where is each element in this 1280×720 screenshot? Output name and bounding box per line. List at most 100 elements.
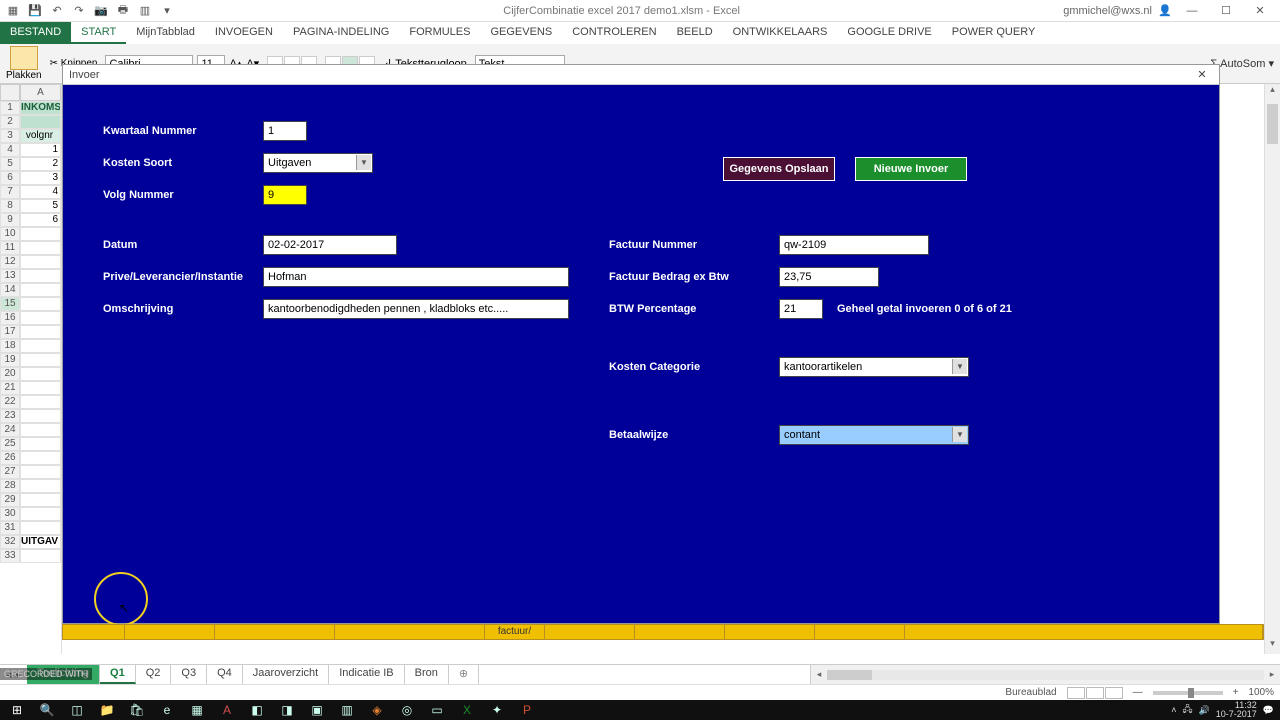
new-icon[interactable]: ▥ — [138, 4, 152, 18]
zoom-in-icon[interactable]: + — [1233, 687, 1239, 698]
scroll-thumb[interactable] — [1267, 104, 1278, 144]
save-button[interactable]: Gegevens Opslaan — [723, 157, 835, 181]
paste-icon[interactable] — [10, 46, 38, 70]
scroll-down-icon[interactable]: ▾ — [1265, 638, 1280, 654]
quickprint-icon[interactable]: 🖶 — [116, 4, 130, 18]
hscroll-thumb[interactable] — [827, 670, 872, 680]
hscroll-left-icon[interactable]: ◂ — [811, 669, 827, 680]
row-header[interactable]: 27 — [0, 465, 20, 479]
close-button[interactable]: ✕ — [1246, 2, 1274, 20]
row-header[interactable]: 14 — [0, 283, 20, 297]
row-header[interactable]: 15 — [0, 297, 20, 311]
cell[interactable] — [20, 479, 61, 493]
sheet-tab-bron[interactable]: Bron — [405, 665, 449, 684]
cell[interactable] — [20, 241, 61, 255]
ribbon-tab-power query[interactable]: POWER QUERY — [942, 22, 1046, 44]
app8-icon[interactable]: ▭ — [422, 700, 452, 720]
input-kwartaal[interactable] — [263, 121, 307, 141]
ribbon-tab-pagina-indeling[interactable]: PAGINA-INDELING — [283, 22, 399, 44]
ribbon-tab-formules[interactable]: FORMULES — [399, 22, 480, 44]
row-header[interactable]: 21 — [0, 381, 20, 395]
cell[interactable] — [20, 227, 61, 241]
row-header[interactable]: 20 — [0, 367, 20, 381]
input-datum[interactable] — [263, 235, 397, 255]
store-icon[interactable]: 🛍 — [122, 700, 152, 720]
app7-icon[interactable]: ◎ — [392, 700, 422, 720]
new-button[interactable]: Nieuwe Invoer — [855, 157, 967, 181]
tray-clock[interactable]: 11:32 10-7-2017 — [1216, 701, 1257, 719]
view-pagebreak-icon[interactable] — [1105, 687, 1123, 699]
row-header[interactable]: 30 — [0, 507, 20, 521]
cell[interactable] — [20, 493, 61, 507]
hscroll-right-icon[interactable]: ▸ — [1264, 669, 1280, 680]
explorer-icon[interactable]: 📁 — [92, 700, 122, 720]
tray-volume-icon[interactable]: 🔊 — [1199, 705, 1210, 716]
cell[interactable]: 5 — [20, 199, 61, 213]
ribbon-tab-mijntabblad[interactable]: MijnTabblad — [126, 22, 205, 44]
row-header[interactable]: 18 — [0, 339, 20, 353]
tray-network-icon[interactable]: 🖧 — [1182, 702, 1192, 718]
camera-icon[interactable]: 📷 — [94, 4, 108, 18]
cell[interactable] — [20, 465, 61, 479]
row-header[interactable]: 29 — [0, 493, 20, 507]
cell[interactable]: 2 — [20, 157, 61, 171]
cell[interactable] — [20, 549, 61, 563]
cell[interactable] — [20, 311, 61, 325]
row-header[interactable]: 3 — [0, 129, 20, 143]
sheet-tab-q3[interactable]: Q3 — [171, 665, 207, 684]
row-header[interactable]: 11 — [0, 241, 20, 255]
row-header[interactable]: 13 — [0, 269, 20, 283]
scroll-up-icon[interactable]: ▴ — [1265, 84, 1280, 100]
cell[interactable] — [20, 381, 61, 395]
ribbon-tab-ontwikkelaars[interactable]: ONTWIKKELAARS — [723, 22, 838, 44]
cell[interactable] — [20, 115, 61, 129]
cell[interactable] — [20, 339, 61, 353]
cell[interactable] — [20, 423, 61, 437]
taskview-icon[interactable]: ◫ — [62, 700, 92, 720]
minimize-button[interactable]: — — [1178, 2, 1206, 20]
access-icon[interactable]: A — [212, 700, 242, 720]
row-header[interactable]: 32 — [0, 535, 20, 549]
row-header[interactable]: 16 — [0, 311, 20, 325]
cell[interactable]: 6 — [20, 213, 61, 227]
user-avatar-icon[interactable]: 👤 — [1158, 4, 1172, 18]
app4-icon[interactable]: ▣ — [302, 700, 332, 720]
row-header[interactable]: 9 — [0, 213, 20, 227]
cell[interactable]: 3 — [20, 171, 61, 185]
row-header[interactable]: 2 — [0, 115, 20, 129]
ribbon-tab-controleren[interactable]: CONTROLEREN — [562, 22, 666, 44]
start-button[interactable]: ⊞ — [2, 700, 32, 720]
cell[interactable]: volgnr — [20, 129, 61, 143]
select-kosten-soort[interactable] — [263, 153, 373, 173]
ribbon-tab-gegevens[interactable]: GEGEVENS — [480, 22, 562, 44]
row-header[interactable]: 28 — [0, 479, 20, 493]
app2-icon[interactable]: ◧ — [242, 700, 272, 720]
cell[interactable]: 4 — [20, 185, 61, 199]
sheet-tab-q2[interactable]: Q2 — [136, 665, 172, 684]
view-normal-icon[interactable] — [1067, 687, 1085, 699]
row-header[interactable]: 26 — [0, 451, 20, 465]
cell[interactable] — [20, 353, 61, 367]
row-header[interactable]: 19 — [0, 353, 20, 367]
dialog-close-button[interactable]: ✕ — [1191, 68, 1213, 81]
row-header[interactable]: 7 — [0, 185, 20, 199]
qat-more-icon[interactable]: ▾ — [160, 4, 174, 18]
ribbon-tab-bestand[interactable]: BESTAND — [0, 22, 71, 44]
app1-icon[interactable]: ▦ — [182, 700, 212, 720]
edge-icon[interactable]: e — [152, 700, 182, 720]
cell[interactable]: 1 — [20, 143, 61, 157]
row-header[interactable]: 33 — [0, 549, 20, 563]
app5-icon[interactable]: ▥ — [332, 700, 362, 720]
row-header[interactable]: 17 — [0, 325, 20, 339]
cell[interactable] — [20, 283, 61, 297]
tray-notifications-icon[interactable]: 💬 — [1263, 705, 1274, 716]
cell[interactable] — [20, 437, 61, 451]
horizontal-scrollbar[interactable]: ◂ ▸ — [810, 665, 1280, 684]
input-factuur-nr[interactable] — [779, 235, 929, 255]
sheet-tab-indicatie ib[interactable]: Indicatie IB — [329, 665, 404, 684]
excel-taskbar-icon[interactable]: X — [452, 700, 482, 720]
maximize-button[interactable]: ☐ — [1212, 2, 1240, 20]
input-btw[interactable] — [779, 299, 823, 319]
row-header[interactable]: 5 — [0, 157, 20, 171]
add-sheet-button[interactable]: ⊕ — [449, 665, 479, 684]
